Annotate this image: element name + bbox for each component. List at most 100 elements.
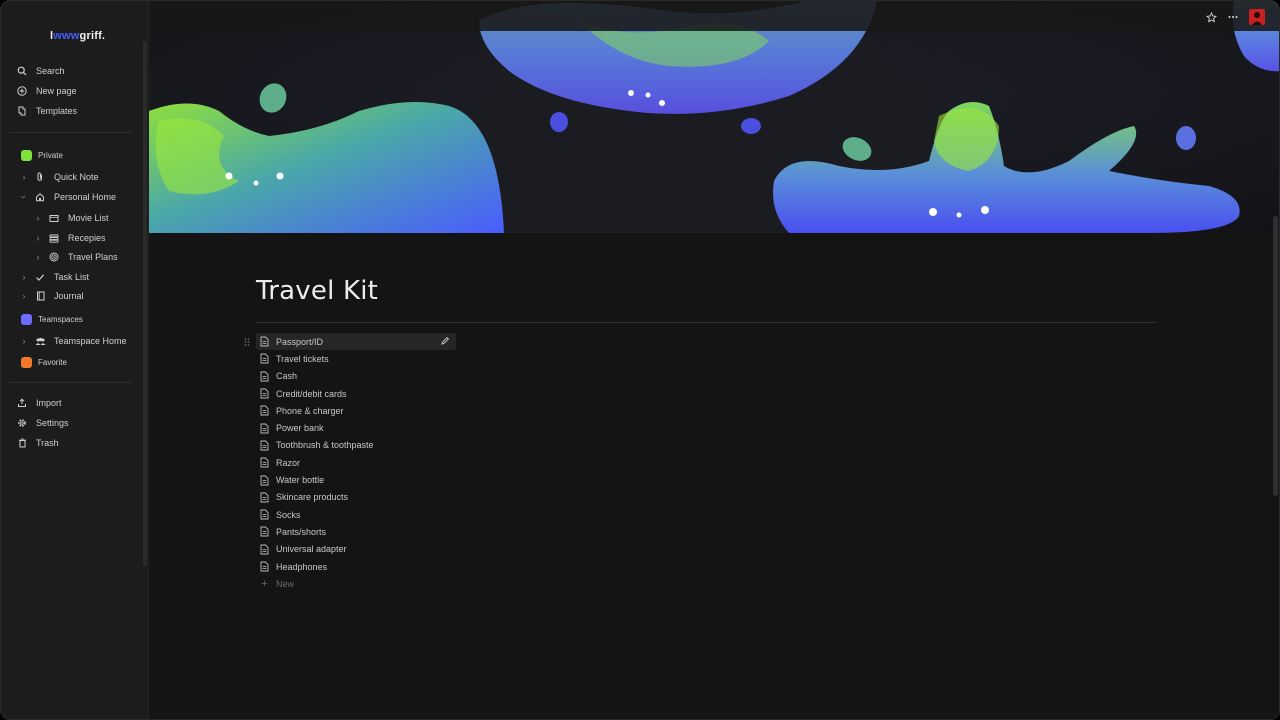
checkmark-icon: [33, 270, 47, 284]
page-icon: [260, 423, 269, 434]
sidebar-scrollbar[interactable]: [143, 41, 147, 566]
chevron-right-icon[interactable]: ›: [19, 291, 29, 301]
chevron-right-icon[interactable]: ›: [19, 336, 29, 346]
film-icon: [47, 211, 61, 225]
page-icon: [260, 492, 269, 503]
sidebar-item-teamspace-home[interactable]: › Teamspace Home: [19, 332, 139, 350]
sidebar-search[interactable]: Search: [15, 62, 135, 80]
avatar[interactable]: [1249, 9, 1265, 25]
list-item-label: Cash: [276, 371, 298, 382]
section-favorite[interactable]: Favorite: [21, 353, 141, 371]
sidebar-new-page-label: New page: [36, 86, 77, 96]
people-icon: [33, 334, 47, 348]
sidebar-divider: [9, 382, 132, 383]
sidebar-import[interactable]: Import: [15, 394, 135, 412]
top-bar: [149, 1, 1279, 31]
sidebar-settings[interactable]: Settings: [15, 414, 135, 432]
edit-pencil-icon[interactable]: [440, 336, 450, 346]
cover-image: [149, 1, 1279, 233]
page-icon: [260, 561, 269, 572]
chevron-down-icon[interactable]: ›: [19, 192, 29, 202]
list-item-label: Socks: [276, 509, 301, 520]
list-item[interactable]: Toothbrush & toothpaste: [256, 437, 466, 454]
list-item-label: Toothbrush & toothpaste: [276, 440, 374, 451]
list-item[interactable]: Phone & charger: [256, 402, 466, 419]
new-item-label: New: [276, 578, 295, 589]
section-teamspaces[interactable]: Teamspaces: [21, 310, 141, 328]
app-window: lwwwgriff. Search New page Templates Pri…: [0, 0, 1280, 720]
chevron-right-icon[interactable]: ›: [33, 213, 43, 223]
list-item-label: Power bank: [276, 423, 324, 434]
sidebar-templates-label: Templates: [36, 106, 78, 116]
chevron-right-icon[interactable]: ›: [33, 233, 43, 243]
paperclip-icon: [33, 170, 47, 184]
main-scrollbar[interactable]: [1273, 216, 1278, 496]
chevron-right-icon[interactable]: ›: [33, 252, 43, 262]
search-icon: [15, 64, 29, 78]
list-item[interactable]: Travel tickets: [256, 350, 466, 367]
new-item-button[interactable]: + New: [256, 575, 466, 592]
list-item-label: Phone & charger: [276, 405, 344, 416]
home-icon: [33, 190, 47, 204]
sidebar-item-label: Task List: [54, 272, 90, 282]
list-item[interactable]: Pants/shorts: [256, 523, 466, 540]
sidebar: lwwwgriff. Search New page Templates Pri…: [1, 1, 149, 719]
workspace-logo[interactable]: lwwwgriff.: [50, 30, 105, 42]
trash-icon: [15, 436, 29, 450]
list-item[interactable]: Razor: [256, 454, 466, 471]
more-options-icon[interactable]: [1226, 10, 1240, 24]
page-title[interactable]: Travel Kit: [256, 276, 378, 306]
list-item-label: Headphones: [276, 561, 328, 572]
list-item[interactable]: Power bank: [256, 419, 466, 436]
list-item[interactable]: Skincare products: [256, 489, 466, 506]
target-icon: [47, 250, 61, 264]
logo-text-suffix: griff.: [79, 30, 106, 42]
section-favorite-label: Favorite: [38, 357, 67, 367]
favorite-star-icon[interactable]: [1204, 10, 1218, 24]
list-item-label: Pants/shorts: [276, 526, 327, 537]
stack-icon: [47, 231, 61, 245]
sidebar-item-quick-note[interactable]: › Quick Note: [19, 168, 139, 186]
sidebar-item-movie-list[interactable]: › Movie List: [33, 209, 153, 227]
templates-icon: [15, 104, 29, 118]
sidebar-import-label: Import: [36, 398, 62, 408]
teamspaces-section-icon: [21, 313, 32, 325]
plus-circle-icon: [15, 84, 29, 98]
private-section-icon: [21, 149, 32, 161]
main-content: Travel Kit Passport/ID Travel tickets Ca…: [149, 1, 1279, 719]
sidebar-templates[interactable]: Templates: [15, 102, 135, 120]
page-icon: [260, 544, 269, 555]
list-item[interactable]: Headphones: [256, 558, 466, 575]
journal-icon: [33, 289, 47, 303]
list-item-passport[interactable]: Passport/ID: [244, 333, 456, 351]
list-item[interactable]: Socks: [256, 506, 466, 523]
sidebar-item-personal-home[interactable]: › Personal Home: [19, 188, 139, 206]
sidebar-item-label: Quick Note: [54, 172, 99, 182]
sidebar-item-recepies[interactable]: › Recepies: [33, 229, 153, 247]
page-icon: [260, 526, 269, 537]
page-icon: [260, 440, 269, 451]
sidebar-item-journal[interactable]: › Journal: [19, 287, 139, 305]
drag-handle-icon[interactable]: [244, 337, 250, 347]
page-icon: [260, 509, 269, 520]
sidebar-item-travel-plans[interactable]: › Travel Plans: [33, 248, 153, 266]
sidebar-new-page[interactable]: New page: [15, 82, 135, 100]
list-item-label: Skincare products: [276, 492, 349, 503]
page-icon: [260, 475, 269, 486]
sidebar-item-label: Travel Plans: [68, 252, 118, 262]
list-item[interactable]: Universal adapter: [256, 541, 466, 558]
list-item[interactable]: Water bottle: [256, 471, 466, 488]
list-item[interactable]: Credit/debit cards: [256, 385, 466, 402]
sidebar-trash-label: Trash: [36, 438, 59, 448]
page-list: Passport/ID Travel tickets Cash Credit/d…: [244, 333, 466, 592]
title-divider: [256, 322, 1157, 323]
chevron-right-icon[interactable]: ›: [19, 272, 29, 282]
list-item-label: Passport/ID: [276, 336, 324, 347]
sidebar-trash[interactable]: Trash: [15, 434, 135, 452]
sidebar-item-task-list[interactable]: › Task List: [19, 268, 139, 286]
chevron-right-icon[interactable]: ›: [19, 172, 29, 182]
section-private[interactable]: Private: [21, 146, 141, 164]
list-item[interactable]: Cash: [256, 368, 466, 385]
sidebar-settings-label: Settings: [36, 418, 69, 428]
import-icon: [15, 396, 29, 410]
